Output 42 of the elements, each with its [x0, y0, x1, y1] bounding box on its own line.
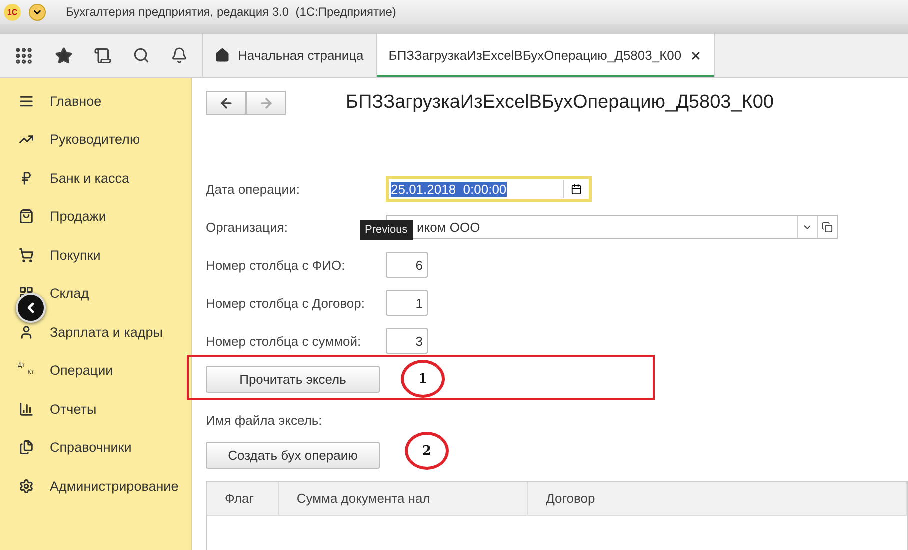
menu-button[interactable] [29, 4, 46, 20]
field-label: Дата операции: [206, 182, 301, 196]
close-icon[interactable] [690, 50, 702, 62]
tab[interactable]: БПЗЗагрузкаИзExcelВБухОперацию_Д5803_К00 [376, 34, 715, 77]
sidebar-item[interactable]: Главное [0, 82, 191, 120]
sidebar-item[interactable]: Зарплата и кадры [0, 313, 191, 352]
sidebar-item[interactable]: Банк и касса [0, 159, 191, 198]
calendar-icon [571, 184, 582, 194]
field-label: Номер столбца с Договор: [206, 296, 366, 310]
cart-icon [18, 247, 34, 264]
number-field[interactable]: 3 [386, 328, 428, 354]
read-excel-button[interactable]: Прочитать эксель [206, 366, 380, 392]
arrow-right-icon [258, 96, 274, 110]
app-logo: 1С [4, 4, 21, 20]
window-title: Бухгалтерия предприятия, редакция 3.0 (1С:Предприятие) [66, 5, 396, 19]
back-button[interactable] [206, 91, 246, 115]
sidebar-item[interactable]: Отчеты [0, 390, 191, 428]
field-label: Номер столбца с ФИО: [206, 258, 346, 272]
form-title: БПЗЗагрузкаИзExcelВБухОперацию_Д5803_К00 [346, 92, 774, 114]
annotation-circle: 2 [405, 432, 449, 470]
date-field[interactable]: 25.01.2018 0:00:00 [386, 176, 592, 202]
tooltip: Previous [360, 220, 413, 240]
sidebar-item[interactable]: Справочники [0, 428, 191, 467]
create-operation-button[interactable]: Создать бух операию [206, 442, 380, 469]
gear-icon [18, 478, 34, 494]
files-icon [18, 440, 34, 456]
sidebar-item[interactable]: Продажи [0, 198, 191, 236]
sidebar-item[interactable]: Покупки [0, 236, 191, 274]
column-header[interactable]: Договор [528, 482, 907, 515]
chart-icon [18, 401, 34, 418]
column-header[interactable]: Сумма документа нал [278, 482, 528, 515]
sidebar-item[interactable]: Руководителю [0, 120, 191, 159]
column-header[interactable]: Флаг [207, 482, 279, 515]
number-field[interactable]: 1 [386, 290, 428, 316]
sidebar-item[interactable]: Администрирование [0, 467, 191, 506]
field-label: Номер столбца с суммой: [206, 334, 362, 348]
number-field[interactable]: 6 [386, 252, 428, 278]
file-name-label: Имя файла эксель: [206, 413, 322, 428]
annotation-circle: 1 [401, 360, 445, 398]
home-icon [215, 48, 230, 63]
bag-icon [18, 208, 34, 225]
copy-icon [822, 222, 833, 232]
